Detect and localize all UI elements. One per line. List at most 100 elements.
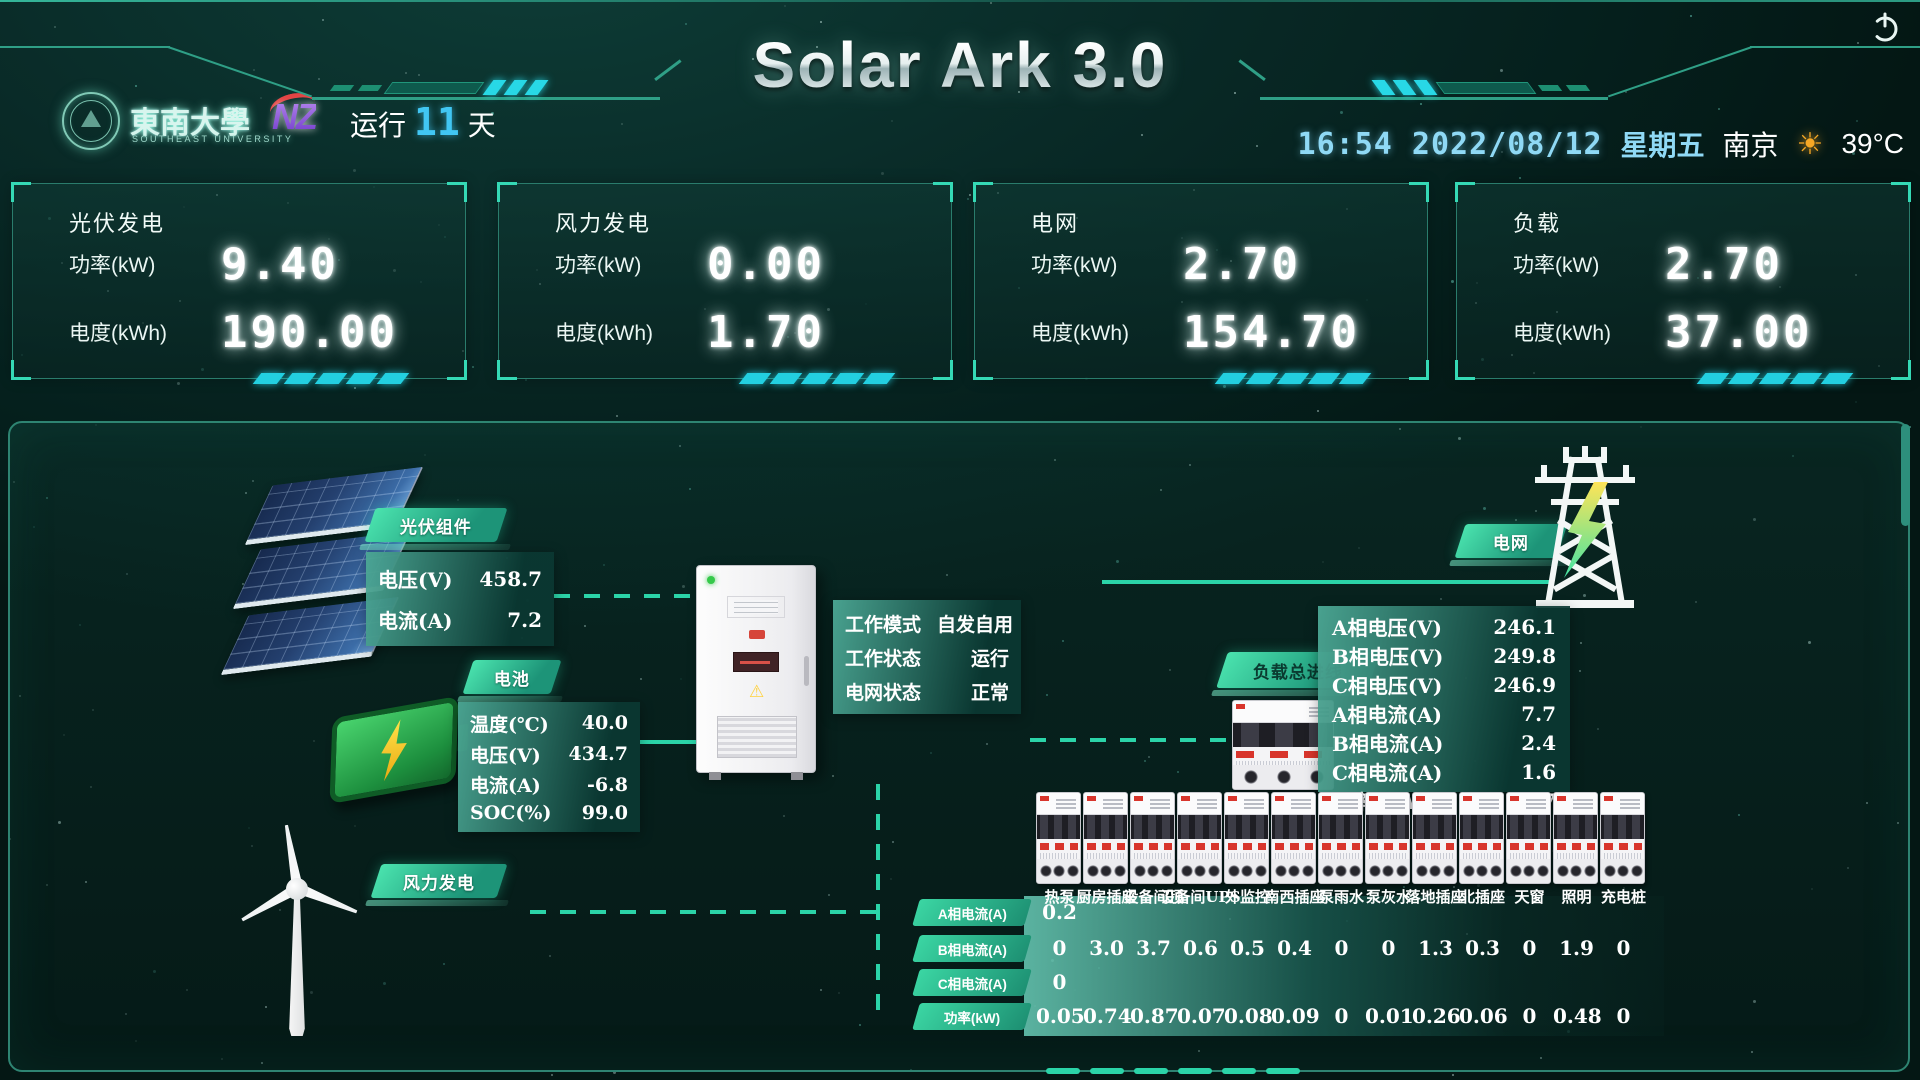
breaker-icon	[1553, 792, 1598, 884]
warning-icon: ⚠	[749, 682, 764, 702]
circuit-value: 0.07	[1177, 1003, 1224, 1030]
circuit-value	[1459, 899, 1506, 926]
status-label: 电网状态	[845, 678, 921, 705]
pv-value: 7.2	[507, 608, 542, 632]
circuit-row-label: 功率(kW)	[912, 1003, 1032, 1030]
battery-row: 电流(A)-6.8	[470, 771, 628, 798]
metric-value: 9.40	[221, 239, 339, 290]
card-metric-row: 功率(kW)2.70	[1513, 238, 1885, 290]
circuit-value: 0.05	[1036, 1003, 1083, 1030]
circuit-value: 0.48	[1553, 1003, 1600, 1030]
circuit-value: 0	[1506, 935, 1553, 962]
circuit-value: 0.01	[1365, 1003, 1412, 1030]
wind-label: 风力发电	[370, 864, 507, 898]
battery-label: 电压(V)	[470, 741, 541, 768]
circuit-value	[1365, 899, 1412, 926]
status-value: 自发自用	[937, 610, 1013, 637]
circuit-value: 0.08	[1224, 1003, 1271, 1030]
metric-label: 电度(kWh)	[69, 317, 221, 347]
circuit-value: 0	[1600, 935, 1647, 962]
battery-row: SOC(%)99.0	[470, 802, 628, 824]
power-button[interactable]	[1868, 10, 1902, 44]
phase-value: 1.6	[1521, 760, 1556, 784]
breaker-icon	[1318, 792, 1363, 884]
pv-label: 电流(A)	[378, 605, 452, 634]
inverter-cabinet-icon: ⚠	[696, 565, 816, 773]
card-slash-decor	[743, 373, 891, 384]
breaker-icon	[1506, 792, 1551, 884]
stat-card-1: 风力发电功率(kW)0.00电度(kWh)1.70	[498, 183, 952, 379]
status-value: 运行	[971, 644, 1009, 671]
phase-row: C相电压(V)246.9	[1332, 670, 1556, 699]
circuit-value: 0.2	[1036, 899, 1083, 926]
metric-value: 1.70	[707, 307, 825, 358]
circuit-value	[1177, 899, 1224, 926]
phase-label: B相电流(A)	[1332, 728, 1443, 757]
circuit-value: 3.0	[1083, 935, 1130, 962]
grid-tower-icon	[1510, 446, 1660, 616]
dashboard: Solar Ark 3.0 東南大學 SOUTHEAST UNIVERSITY …	[0, 0, 1920, 1080]
phase-value: 2.4	[1521, 731, 1556, 755]
phase-row: A相电压(V)246.1	[1332, 612, 1556, 641]
battery-value: -6.8	[587, 774, 628, 796]
circuit-value: 0.5	[1224, 935, 1271, 962]
temperature-text: 39°C	[1841, 128, 1904, 160]
pv-table: 电压(V)458.7电流(A)7.2	[366, 552, 554, 646]
circuit-value	[1224, 899, 1271, 926]
breaker-icon	[1130, 792, 1175, 884]
metric-label: 电度(kWh)	[1513, 317, 1665, 347]
status-label: 工作模式	[845, 610, 921, 637]
circuit-value	[1130, 899, 1177, 926]
loadmain-connector	[1030, 738, 1226, 742]
breaker-icon	[1365, 792, 1410, 884]
circuit-value	[1506, 969, 1553, 996]
phase-label: A相电压(V)	[1332, 612, 1442, 641]
lightning-icon	[370, 716, 417, 783]
pv-module-label: 光伏组件	[364, 508, 507, 542]
phase-label: C相电流(A)	[1332, 757, 1442, 786]
inverter-down-connector	[876, 778, 880, 1010]
horizontal-scrollbar[interactable]	[1046, 1068, 1300, 1074]
circuit-value: 0.4	[1271, 935, 1318, 962]
city-text: 南京	[1723, 124, 1779, 164]
circuit-value: 0	[1318, 935, 1365, 962]
circuit-value: 1.3	[1412, 935, 1459, 962]
inverter-status-table: 工作模式自发自用工作状态运行电网状态正常	[833, 600, 1021, 714]
vertical-scrollbar[interactable]	[1901, 424, 1910, 526]
breaker-icon	[1271, 792, 1316, 884]
circuit-value	[1459, 969, 1506, 996]
card-corner	[447, 182, 467, 202]
circuit-row-label: B相电流(A)	[912, 935, 1032, 962]
circuit-value: 0.74	[1083, 1003, 1130, 1030]
phase-value: 7.7	[1521, 702, 1556, 726]
circuit-value	[1177, 969, 1224, 996]
circuit-value: 0.26	[1412, 1003, 1459, 1030]
metric-value: 154.70	[1183, 307, 1360, 358]
circuit-value: 0.09	[1271, 1003, 1318, 1030]
circuit-value	[1365, 969, 1412, 996]
breaker-icon	[1600, 792, 1645, 884]
circuit-value	[1130, 969, 1177, 996]
card-corner	[1455, 360, 1475, 380]
battery-label: 电池	[462, 660, 561, 694]
card-title: 电网	[1031, 206, 1079, 238]
battery-label: 温度(℃)	[470, 710, 549, 737]
status-value: 正常	[971, 678, 1009, 705]
card-title: 负载	[1513, 206, 1561, 238]
battery-row: 电压(V)434.7	[470, 741, 628, 768]
circuit-value: 0.6	[1177, 935, 1224, 962]
phase-row: C相电流(A) 1.6	[1332, 757, 1556, 786]
card-corner	[1891, 360, 1911, 380]
circuit-values-row: 0	[1036, 969, 1647, 996]
metric-label: 电度(kWh)	[1031, 317, 1183, 347]
circuit-row-label: C相电流(A)	[912, 969, 1032, 996]
breaker-icon	[1224, 792, 1269, 884]
circuit-value	[1506, 899, 1553, 926]
battery-label: SOC(%)	[470, 802, 551, 824]
sun-icon: ☀	[1797, 127, 1824, 162]
circuit-value: 0	[1365, 935, 1412, 962]
phase-label: B相电压(V)	[1332, 641, 1443, 670]
pv-label: 电压(V)	[378, 564, 452, 593]
circuit-value: 0.3	[1459, 935, 1506, 962]
stat-card-3: 负载功率(kW)2.70电度(kWh)37.00	[1456, 183, 1910, 379]
